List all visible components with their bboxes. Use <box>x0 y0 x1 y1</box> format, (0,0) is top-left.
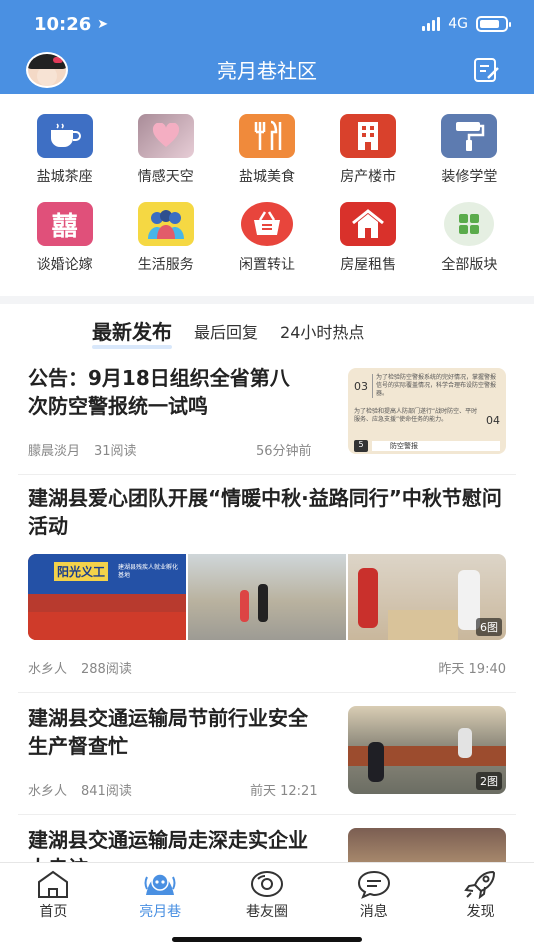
category-secondhand[interactable]: 闲置转让 <box>216 202 317 274</box>
article-time: 56分钟前 <box>256 444 312 459</box>
thumb-text: 为了检验防空警报系统的完好情况，掌握警报信号的实际覆盖情况，科学合理布设防空警报… <box>372 374 500 398</box>
category-label: 房屋租售 <box>340 257 397 273</box>
image-count-badge: 6图 <box>476 618 502 636</box>
home-indicator <box>172 937 362 942</box>
category-emotion[interactable]: 情感天空 <box>115 114 216 186</box>
cutlery-icon <box>238 114 295 158</box>
thumb-number: 03 <box>354 380 368 393</box>
category-label: 盐城美食 <box>238 169 295 185</box>
category-decoration[interactable]: 装修学堂 <box>419 114 520 186</box>
category-property[interactable]: 房产楼市 <box>318 114 419 186</box>
people-icon <box>137 202 194 246</box>
article-time: 昨天 19:40 <box>438 662 506 677</box>
circle-icon <box>250 871 283 897</box>
divider <box>18 692 516 693</box>
article-author: 朦晨淡月 <box>28 444 81 459</box>
section-divider <box>0 296 534 304</box>
thumb-text: 防空警报 <box>372 441 500 451</box>
thumb-number: 04 <box>486 414 500 427</box>
category-tea[interactable]: 盐城茶座 <box>14 114 115 186</box>
home-icon <box>38 870 69 898</box>
thumb-number: 5 <box>354 440 368 452</box>
photo-sign-text: 阳光义工 <box>54 562 109 581</box>
article-meta: 水乡人 841阅读 <box>28 780 132 799</box>
page-title: 亮月巷社区 <box>217 59 317 83</box>
article-title: 建湖县爱心团队开展“情暖中秋·益路同行”中秋节慰问活动 <box>28 486 502 538</box>
category-label: 房产楼市 <box>340 169 397 185</box>
article-author: 水乡人 <box>28 784 68 799</box>
article-item[interactable]: 公告：9月18日组织全省第八次防空警报统一试鸣 朦晨淡月 31阅读 56分钟前 … <box>28 364 506 464</box>
category-life-service[interactable]: 生活服务 <box>115 202 216 274</box>
article-title: 建湖县交通运输局节前行业安全生产督查忙 <box>28 706 308 758</box>
tab-home[interactable]: 首页 <box>0 863 107 950</box>
article-meta: 朦晨淡月 31阅读 <box>28 440 137 459</box>
divider <box>18 814 516 815</box>
article-meta: 水乡人 288阅读 <box>28 658 132 677</box>
thumb-text: 为了检验和提高人防部门遂行“战时防空、平时服务、应急支援”使命任务的能力。 <box>354 408 478 423</box>
category-label: 全部版块 <box>441 257 498 273</box>
article-reads: 31阅读 <box>94 444 137 459</box>
message-icon <box>357 870 390 899</box>
signal-icon <box>422 17 441 31</box>
category-all[interactable]: 全部版块 <box>419 202 520 274</box>
moon-mascot-icon <box>144 873 176 895</box>
article-thumbnail[interactable]: 03 为了检验防空警报系统的完好情况，掌握警报信号的实际覆盖情况，科学合理布设防… <box>348 368 506 454</box>
article-photo-1[interactable]: 阳光义工 建湖县残疾人就业孵化基地 <box>28 554 186 640</box>
article-photo-3[interactable]: 6图 <box>348 554 506 640</box>
article-photo-2[interactable] <box>188 554 346 640</box>
category-label: 装修学堂 <box>441 169 498 185</box>
category-label: 谈婚论嫁 <box>36 257 93 273</box>
tab-label: 发现 <box>466 904 495 920</box>
tab-24h-hot[interactable]: 24小时热点 <box>280 319 364 343</box>
article-reads: 841阅读 <box>81 784 132 799</box>
edit-icon[interactable] <box>472 56 500 84</box>
status-time: 10:26 <box>34 13 92 35</box>
article-item[interactable]: 建湖县交通运输局走深走实企业大走访 <box>28 826 506 862</box>
tab-latest[interactable]: 最新发布 <box>92 316 172 349</box>
category-label: 情感天空 <box>137 169 194 185</box>
article-thumbnail[interactable] <box>348 828 506 862</box>
article-item[interactable]: 建湖县交通运输局节前行业安全生产督查忙 水乡人 841阅读 前天 12:21 2… <box>28 704 506 804</box>
battery-icon <box>476 16 511 32</box>
rocket-icon <box>463 870 495 899</box>
category-wedding[interactable]: 囍 谈婚论嫁 <box>14 202 115 274</box>
tab-label: 亮月巷 <box>139 904 182 920</box>
tab-label: 巷友圈 <box>245 904 288 920</box>
photo-sign-text: 建湖县残疾人就业孵化基地 <box>118 564 179 579</box>
article-title: 建湖县交通运输局走深走实企业大走访 <box>28 828 308 862</box>
teacup-icon <box>36 114 93 158</box>
category-label: 生活服务 <box>137 257 194 273</box>
basket-icon <box>240 202 293 246</box>
article-author: 水乡人 <box>28 662 68 677</box>
divider <box>18 474 516 475</box>
feed-tabs: 最新发布 最后回复 24小时热点 <box>92 316 364 349</box>
article-reads: 288阅读 <box>81 662 132 677</box>
grid-icon <box>444 202 495 246</box>
category-label: 盐城茶座 <box>36 169 93 185</box>
category-housing-rental[interactable]: 房屋租售 <box>318 202 419 274</box>
tab-label: 消息 <box>359 904 388 920</box>
category-label: 闲置转让 <box>238 257 295 273</box>
network-label: 4G <box>448 16 468 32</box>
tab-label: 首页 <box>39 904 68 920</box>
tab-last-reply[interactable]: 最后回复 <box>194 319 258 343</box>
status-indicators: 4G <box>422 16 511 32</box>
category-grid: 盐城茶座 情感天空 盐城美食 房产楼市 装修学堂 囍 谈婚论嫁 生活服务 闲置转… <box>14 114 520 274</box>
image-count-badge: 2图 <box>476 772 502 790</box>
double-happiness-icon: 囍 <box>36 202 93 246</box>
paint-roller-icon <box>441 114 498 158</box>
article-item[interactable]: 建湖县爱心团队开展“情暖中秋·益路同行”中秋节慰问活动 阳光义工 建湖县残疾人就… <box>28 484 506 684</box>
article-time: 前天 12:21 <box>250 784 318 799</box>
building-icon <box>340 114 397 158</box>
status-bar: 10:26 ➤ 4G <box>34 12 511 36</box>
category-food[interactable]: 盐城美食 <box>216 114 317 186</box>
tab-discover[interactable]: 发现 <box>427 863 534 950</box>
house-icon <box>340 202 397 246</box>
top-bar: 10:26 ➤ 4G 亮月巷社区 <box>0 0 534 94</box>
heart-photo-icon <box>137 114 194 158</box>
article-title: 公告：9月18日组织全省第八次防空警报统一试鸣 <box>28 366 290 418</box>
location-arrow-icon: ➤ <box>97 16 109 32</box>
article-thumbnail[interactable]: 2图 <box>348 706 506 794</box>
